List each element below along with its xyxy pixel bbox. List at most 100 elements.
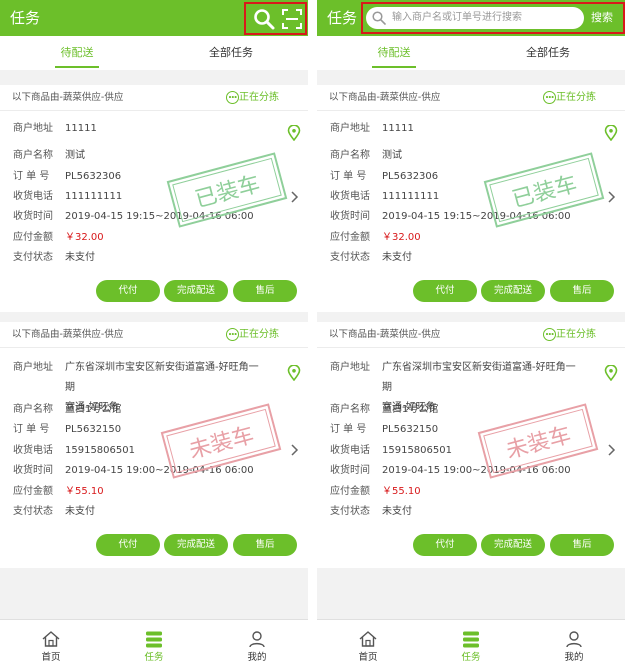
user-icon: [566, 631, 582, 648]
nav-label: 首页: [41, 652, 61, 663]
field-label: 应付金额: [13, 486, 53, 497]
nav-tasks[interactable]: 任务: [124, 620, 184, 668]
nav-home[interactable]: 首页: [21, 620, 81, 668]
merchant-name-value: 测试: [382, 150, 402, 161]
field-label: 收货电话: [330, 191, 370, 202]
location-pin-icon[interactable]: [604, 125, 618, 141]
tab-pending-delivery[interactable]: 待配送: [0, 36, 154, 70]
search-icon: [372, 11, 386, 25]
complete-delivery-button[interactable]: 完成配送: [481, 280, 545, 302]
tab-pending-delivery[interactable]: 待配送: [317, 36, 471, 70]
order-no-value: PL5632150: [382, 424, 439, 435]
bottom-navigation: 首页 任务 我的: [317, 619, 625, 668]
task-list-icon: [146, 631, 162, 648]
order-card[interactable]: 以下商品由-蔬菜供应-供应 正在分拣 商户地址 广东省深圳市宝安区新安街道富通-…: [0, 322, 308, 568]
field-label: 商户地址: [330, 123, 370, 134]
card-header: 以下商品由-蔬菜供应-供应 正在分拣: [317, 322, 625, 348]
after-sales-button[interactable]: 售后: [233, 534, 297, 556]
tab-all-tasks[interactable]: 全部任务: [154, 36, 308, 70]
scan-icon[interactable]: [280, 7, 304, 31]
more-dots-icon: [226, 91, 239, 104]
phone-value: 15915806501: [382, 445, 452, 456]
field-label: 商户名称: [13, 404, 53, 415]
tab-bar: 待配送 全部任务: [317, 36, 625, 70]
field-label: 支付状态: [330, 506, 370, 517]
nav-label: 任务: [144, 652, 164, 663]
pay-on-behalf-button[interactable]: 代付: [413, 534, 477, 556]
field-label: 订 单 号: [13, 424, 50, 435]
search-icon[interactable]: [252, 7, 276, 31]
card-header: 以下商品由-蔬菜供应-供应 正在分拣: [317, 85, 625, 111]
field-label: 商户地址: [330, 362, 370, 373]
address-line: 广东省深圳市宝安区新安街道富通-好旺角一期: [382, 362, 576, 393]
complete-delivery-button[interactable]: 完成配送: [164, 280, 228, 302]
location-pin-icon[interactable]: [287, 125, 301, 141]
field-label: 收货时间: [13, 465, 53, 476]
after-sales-button[interactable]: 售后: [550, 534, 614, 556]
field-label: 收货电话: [13, 445, 53, 456]
search-input[interactable]: 输入商户名或订单号进行搜索: [366, 7, 584, 29]
nav-tasks[interactable]: 任务: [441, 620, 501, 668]
card-header: 以下商品由-蔬菜供应-供应 正在分拣: [0, 85, 308, 111]
chevron-right-icon[interactable]: [290, 444, 299, 456]
amount-value: ￥32.00: [382, 232, 421, 243]
nav-mine[interactable]: 我的: [544, 620, 604, 668]
complete-delivery-button[interactable]: 完成配送: [481, 534, 545, 556]
amount-value: ￥55.10: [65, 486, 104, 497]
pay-on-behalf-button[interactable]: 代付: [96, 280, 160, 302]
complete-delivery-button[interactable]: 完成配送: [164, 534, 228, 556]
nav-mine[interactable]: 我的: [227, 620, 287, 668]
task-screen-search-mode: 任务 输入商户名或订单号进行搜索 搜索 待配送 全部任务 以下商品由-蔬菜供应-…: [317, 0, 625, 668]
field-label: 支付状态: [330, 252, 370, 263]
phone-value: 111111111: [65, 191, 123, 202]
pay-on-behalf-button[interactable]: 代付: [413, 280, 477, 302]
delivery-time-value: 2019-04-15 19:00~2019-04-16 06:00: [65, 465, 254, 476]
supplier-text: 以下商品由-蔬菜供应-供应: [329, 329, 441, 340]
location-pin-icon[interactable]: [287, 365, 301, 381]
panel-separator: [308, 0, 317, 668]
merchant-name-value: 蓝白1号公馆: [65, 404, 122, 415]
order-card[interactable]: 以下商品由-蔬菜供应-供应 正在分拣 商户地址 11111 商户名称 测试 订 …: [317, 85, 625, 312]
nav-label: 任务: [461, 652, 481, 663]
after-sales-button[interactable]: 售后: [233, 280, 297, 302]
delivery-time-value: 2019-04-15 19:00~2019-04-16 06:00: [382, 465, 571, 476]
user-icon: [249, 631, 265, 648]
status-badge: 正在分拣: [556, 92, 596, 103]
pay-on-behalf-button[interactable]: 代付: [96, 534, 160, 556]
search-button[interactable]: 搜索: [591, 10, 613, 26]
field-label: 支付状态: [13, 506, 53, 517]
field-label: 应付金额: [13, 232, 53, 243]
field-label: 商户地址: [13, 123, 53, 134]
tab-bar: 待配送 全部任务: [0, 36, 308, 70]
field-label: 订 单 号: [13, 171, 50, 182]
chevron-right-icon[interactable]: [607, 191, 616, 203]
order-card[interactable]: 以下商品由-蔬菜供应-供应 正在分拣 商户地址 广东省深圳市宝安区新安街道富通-…: [317, 322, 625, 568]
merchant-name-value: 蓝白1号公馆: [382, 404, 439, 415]
location-pin-icon[interactable]: [604, 365, 618, 381]
field-label: 商户名称: [330, 404, 370, 415]
after-sales-button[interactable]: 售后: [550, 280, 614, 302]
phone-value: 15915806501: [65, 445, 135, 456]
status-badge: 正在分拣: [239, 329, 279, 340]
address-line: 广东省深圳市宝安区新安街道富通-好旺角一期: [65, 362, 259, 393]
merchant-name-value: 测试: [65, 150, 85, 161]
address-value: 11111: [65, 123, 97, 134]
order-no-value: PL5632150: [65, 424, 122, 435]
pay-status-value: 未支付: [65, 506, 95, 517]
more-dots-icon: [543, 91, 556, 104]
more-dots-icon: [543, 328, 556, 341]
order-card[interactable]: 以下商品由-蔬菜供应-供应 正在分拣 商户地址 11111 商户名称 测试 订 …: [0, 85, 308, 312]
nav-label: 我的: [564, 652, 584, 663]
chevron-right-icon[interactable]: [607, 444, 616, 456]
page-title: 任务: [327, 9, 358, 27]
tab-all-tasks[interactable]: 全部任务: [471, 36, 625, 70]
status-badge: 正在分拣: [556, 329, 596, 340]
home-icon: [42, 631, 60, 647]
amount-value: ￥32.00: [65, 232, 104, 243]
chevron-right-icon[interactable]: [290, 191, 299, 203]
field-label: 订 单 号: [330, 424, 367, 435]
nav-home[interactable]: 首页: [338, 620, 398, 668]
nav-label: 我的: [247, 652, 267, 663]
field-label: 商户名称: [13, 150, 53, 161]
active-tab-indicator: [55, 66, 99, 68]
